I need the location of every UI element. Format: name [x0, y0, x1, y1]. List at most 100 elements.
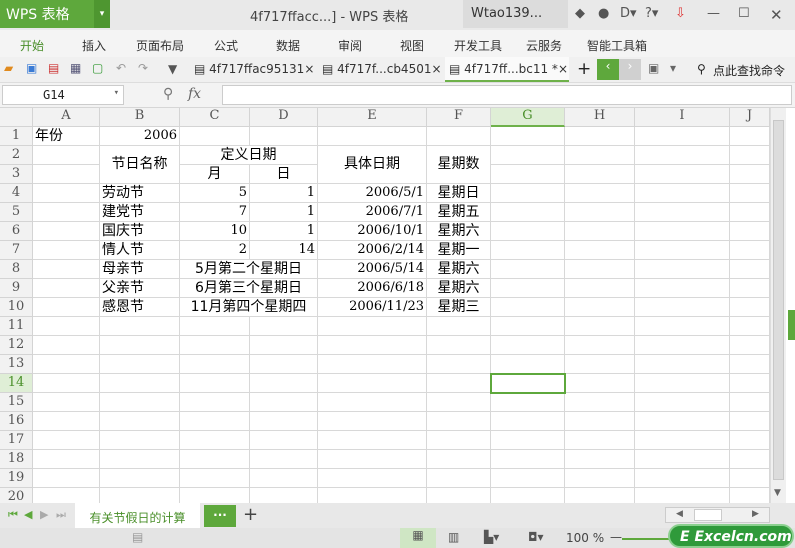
grid-cell[interactable]	[730, 184, 770, 203]
grid-cell[interactable]	[33, 412, 100, 431]
grid-cell[interactable]	[635, 260, 730, 279]
grid-cell[interactable]	[635, 222, 730, 241]
row-header[interactable]: 1	[0, 127, 33, 146]
grid-cell[interactable]	[635, 355, 730, 374]
help-icon[interactable]: ?▾	[645, 6, 658, 21]
cell-d7[interactable]: 14	[250, 241, 318, 260]
grid-cell[interactable]	[33, 279, 100, 298]
user-account[interactable]: Wtao139...	[463, 0, 568, 28]
grid-cell[interactable]	[635, 184, 730, 203]
grid-cell[interactable]	[250, 393, 318, 412]
grid-cell[interactable]	[565, 241, 635, 260]
cell-e2[interactable]: 具体日期	[318, 146, 427, 184]
grid-cell[interactable]	[730, 355, 770, 374]
h-scroll-thumb[interactable]	[694, 509, 722, 521]
grid-cell[interactable]	[33, 393, 100, 412]
grid-cell[interactable]	[250, 317, 318, 336]
tab-next-button[interactable]: ›	[619, 59, 641, 80]
undo-icon[interactable]: ↶	[116, 61, 126, 75]
cell-c8[interactable]: 5月第二个星期日	[180, 260, 318, 279]
row-header[interactable]: 15	[0, 393, 33, 412]
download-icon[interactable]: ⇩	[675, 6, 686, 21]
cell-e5[interactable]: 2006/7/1	[318, 203, 427, 222]
chevron-down-icon[interactable]: ▾	[114, 88, 119, 98]
grid-cell[interactable]	[565, 298, 635, 317]
grid-cell[interactable]	[318, 450, 427, 469]
row-header[interactable]: 8	[0, 260, 33, 279]
row-header[interactable]: 18	[0, 450, 33, 469]
menu-review[interactable]: 审阅	[338, 37, 362, 54]
grid-cell[interactable]	[491, 336, 565, 355]
selected-cell-outline[interactable]	[490, 373, 566, 394]
cell-f6[interactable]: 星期六	[427, 222, 491, 241]
column-header[interactable]: F	[427, 108, 491, 127]
menu-data[interactable]: 数据	[276, 37, 300, 54]
row-header[interactable]: 11	[0, 317, 33, 336]
cell-c9[interactable]: 6月第三个星期日	[180, 279, 318, 298]
grid-cell[interactable]	[427, 317, 491, 336]
grid-cell[interactable]	[250, 374, 318, 393]
grid-cell[interactable]	[565, 317, 635, 336]
scroll-down-icon[interactable]: ▼	[774, 488, 781, 498]
column-header[interactable]: C	[180, 108, 250, 127]
cell-e10[interactable]: 2006/11/23	[318, 298, 427, 317]
grid-cell[interactable]	[250, 412, 318, 431]
grid-cell[interactable]	[565, 469, 635, 488]
grid-cell[interactable]	[33, 165, 100, 184]
column-header[interactable]: I	[635, 108, 730, 127]
grid-cell[interactable]	[635, 317, 730, 336]
grid-cell[interactable]	[250, 127, 318, 146]
grid-cell[interactable]	[565, 184, 635, 203]
formula-input[interactable]	[222, 85, 792, 105]
grid-cell[interactable]	[180, 393, 250, 412]
grid-cell[interactable]	[427, 336, 491, 355]
grid-cell[interactable]	[180, 469, 250, 488]
row-header[interactable]: 7	[0, 241, 33, 260]
zoom-level[interactable]: 100 %	[566, 531, 604, 545]
menu-home[interactable]: 开始	[20, 37, 44, 54]
grid-cell[interactable]	[318, 412, 427, 431]
grid-cell[interactable]	[491, 355, 565, 374]
grid-cell[interactable]	[491, 412, 565, 431]
grid-cell[interactable]	[318, 336, 427, 355]
grid-cell[interactable]	[33, 469, 100, 488]
grid-cell[interactable]	[100, 336, 180, 355]
grid-cell[interactable]	[565, 222, 635, 241]
search-command[interactable]: 点此查找命令	[713, 62, 785, 79]
cell-d3[interactable]: 日	[250, 165, 318, 184]
zoom-formula-icon[interactable]: ⚲	[163, 86, 173, 102]
page-break-view-icon[interactable]: ▥	[448, 530, 459, 544]
scroll-thumb[interactable]	[773, 120, 784, 480]
grid-cell[interactable]	[100, 431, 180, 450]
grid-cell[interactable]	[33, 298, 100, 317]
grid-cell[interactable]	[565, 355, 635, 374]
close-tab-icon[interactable]: ×	[558, 62, 568, 76]
doc-tab-3[interactable]: ▤ 4f717ff...bc11 *×	[445, 57, 569, 82]
grid-cell[interactable]	[635, 127, 730, 146]
grid-cell[interactable]	[635, 469, 730, 488]
cell-b8[interactable]: 母亲节	[100, 260, 180, 279]
close-tab-icon[interactable]: ×	[431, 62, 441, 76]
close-icon[interactable]: ✕	[770, 6, 783, 24]
grid-cell[interactable]	[730, 241, 770, 260]
grid-cell[interactable]	[565, 146, 635, 165]
settings-icon[interactable]: ●	[598, 6, 609, 21]
insert-function-button[interactable]: fx	[188, 86, 201, 102]
grid-cell[interactable]	[635, 450, 730, 469]
grid-cell[interactable]	[730, 431, 770, 450]
eye-protection-icon[interactable]: ◘▾	[528, 530, 544, 544]
grid-cell[interactable]	[635, 146, 730, 165]
grid-cell[interactable]	[565, 203, 635, 222]
grid-cell[interactable]	[318, 469, 427, 488]
column-header[interactable]: J	[730, 108, 770, 127]
cell-b1[interactable]: 2006	[100, 127, 180, 146]
cell-c4[interactable]: 5	[180, 184, 250, 203]
zoom-slider[interactable]	[622, 538, 672, 540]
grid-cell[interactable]	[635, 241, 730, 260]
menu-developer[interactable]: 开发工具	[454, 37, 502, 54]
grid-cell[interactable]	[491, 241, 565, 260]
cell-e4[interactable]: 2006/5/1	[318, 184, 427, 203]
chevron-down-icon[interactable]: ▾	[94, 0, 110, 28]
spreadsheet-grid[interactable]: A B C D E F G H I J 1 2 3 4 5 6 7 8 9 10 11 12 13 14 15 16 17 18 19 2…	[0, 108, 770, 505]
scroll-right-icon[interactable]: ▶	[752, 509, 759, 519]
